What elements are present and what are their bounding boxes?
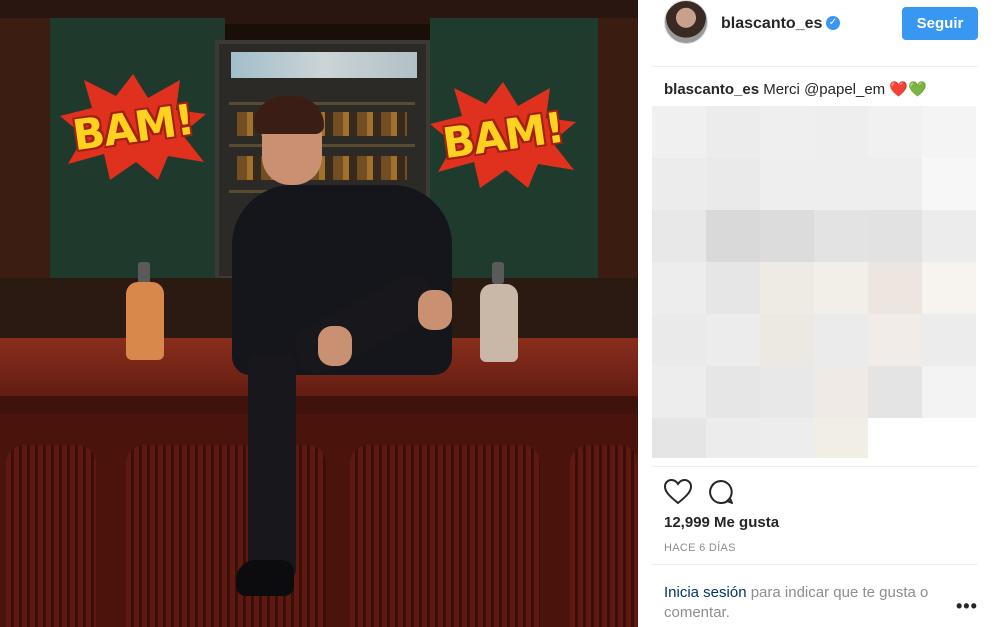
blurred-cell	[814, 366, 868, 418]
blurred-cell	[868, 262, 922, 314]
blurred-cell	[922, 262, 976, 314]
blurred-cell	[868, 106, 922, 158]
caption-username[interactable]: blascanto_es	[664, 81, 759, 98]
right-window-frame	[598, 18, 638, 278]
shelf	[229, 144, 415, 147]
blurred-cell	[868, 366, 922, 418]
post-header: blascanto_es ✓ Seguir	[638, 0, 978, 54]
bar-panel	[126, 445, 326, 627]
blurred-cell	[814, 158, 868, 210]
blurred-cell	[652, 314, 706, 366]
avatar[interactable]	[664, 0, 708, 44]
blurred-cell	[652, 418, 706, 458]
login-link[interactable]: Inicia sesión	[664, 584, 747, 601]
post-sidebar: blascanto_es ✓ Seguir blascanto_es Merci…	[638, 0, 1000, 627]
comment-bubble-icon[interactable]	[708, 479, 734, 505]
caption-text: Merci	[763, 81, 800, 98]
person-leg	[248, 355, 296, 580]
bam-sign-text: BAM!	[439, 102, 567, 168]
soda-siphon-right	[480, 284, 518, 362]
follow-button[interactable]: Seguir	[902, 7, 978, 40]
blurred-cell	[922, 314, 976, 366]
blurred-cell	[922, 106, 976, 158]
shelf	[229, 102, 415, 105]
blurred-cell	[652, 210, 706, 262]
blurred-cell	[760, 314, 814, 366]
blurred-cell	[922, 366, 976, 418]
person-hand	[318, 326, 352, 366]
blurred-cell	[652, 158, 706, 210]
divider	[652, 66, 978, 67]
blurred-cell	[814, 418, 868, 458]
blurred-cell	[706, 106, 760, 158]
bar-panel	[6, 445, 96, 627]
verified-badge-icon: ✓	[826, 16, 840, 30]
green-heart-emoji: 💚	[908, 81, 927, 98]
person-shoe	[236, 560, 294, 596]
blurred-cell	[706, 314, 760, 366]
siphon-head	[138, 262, 150, 284]
blurred-cell	[922, 158, 976, 210]
counter-edge	[0, 396, 638, 414]
blurred-cell	[706, 366, 760, 418]
blurred-cell	[868, 314, 922, 366]
blurred-cell	[706, 262, 760, 314]
blurred-comments-area	[652, 106, 976, 458]
more-options-icon[interactable]: •••	[956, 596, 978, 617]
header-username[interactable]: blascanto_es	[721, 15, 822, 33]
post-timestamp[interactable]: HACE 6 DÍAS	[664, 542, 736, 554]
soda-siphon-left	[126, 282, 164, 360]
heart-outline-icon[interactable]	[664, 479, 692, 505]
blurred-cell	[652, 366, 706, 418]
blurred-cell	[868, 158, 922, 210]
blurred-cell	[760, 158, 814, 210]
caption: blascanto_es Merci @papel_em ❤️💚	[664, 80, 927, 100]
likes-count[interactable]: 12,999 Me gusta	[664, 514, 779, 531]
blurred-cell	[760, 106, 814, 158]
blurred-cell	[760, 262, 814, 314]
divider	[652, 564, 978, 565]
blurred-cell	[706, 418, 760, 458]
blurred-cell	[868, 418, 922, 458]
bam-sign-left: BAM!	[58, 72, 208, 182]
blurred-cell	[706, 210, 760, 262]
blurred-cell	[652, 106, 706, 158]
caption-mention[interactable]: @papel_em	[804, 81, 885, 98]
red-heart-emoji: ❤️	[889, 81, 909, 98]
blurred-cell	[760, 210, 814, 262]
divider	[652, 466, 978, 467]
bar-panel	[350, 445, 540, 627]
bam-sign-text: BAM!	[69, 94, 197, 160]
post-photo[interactable]: BAM! BAM!	[0, 0, 638, 627]
blurred-cell	[922, 418, 976, 458]
blurred-cell	[814, 210, 868, 262]
blurred-cell	[922, 210, 976, 262]
siphon-head	[492, 262, 504, 284]
blurred-cell	[814, 314, 868, 366]
blurred-cell	[814, 262, 868, 314]
blurred-cell	[760, 418, 814, 458]
blurred-cell	[706, 158, 760, 210]
left-window-frame	[0, 18, 52, 278]
login-prompt: Inicia sesión para indicar que te gusta …	[664, 583, 964, 623]
bam-sign-right: BAM!	[428, 80, 578, 190]
bar-panel	[570, 445, 638, 627]
blurred-cell	[814, 106, 868, 158]
cabinet-light	[231, 52, 417, 78]
blurred-cell	[868, 210, 922, 262]
person-hand	[418, 290, 452, 330]
blurred-cell	[652, 262, 706, 314]
blurred-cell	[760, 366, 814, 418]
